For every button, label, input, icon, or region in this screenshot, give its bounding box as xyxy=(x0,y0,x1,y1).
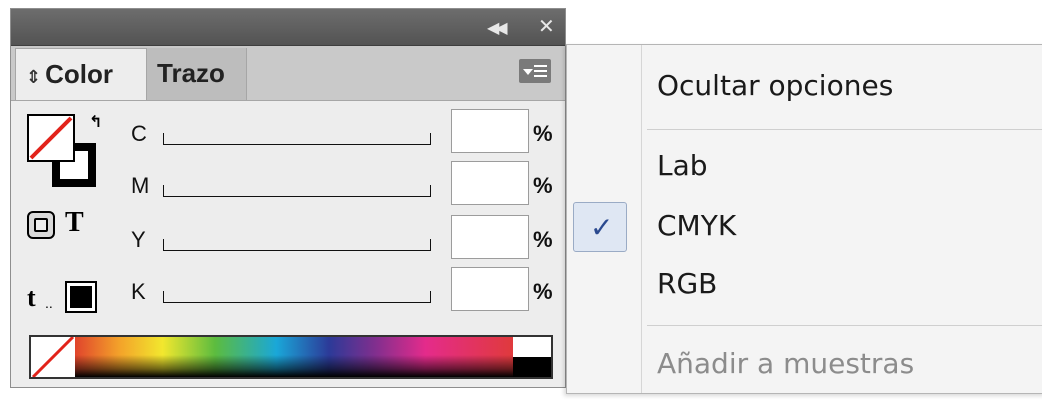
checkmark-highlight: ✓ xyxy=(573,202,627,252)
slider-label: K xyxy=(131,279,146,304)
slider-track[interactable] xyxy=(163,239,431,251)
apply-color-icon[interactable]: t xyxy=(27,285,36,311)
menu-item-rgb[interactable]: RGB xyxy=(657,267,717,300)
menu-separator xyxy=(647,129,1042,130)
slider-row-m: M % xyxy=(127,159,567,209)
panel-titlebar[interactable]: ◀◀ ✕ xyxy=(11,9,565,46)
panel-options-menu: Ocultar opciones Lab ✓ CMYK RGB Añadir a… xyxy=(566,44,1042,394)
menu-item-ocultar-opciones[interactable]: Ocultar opciones xyxy=(657,69,893,102)
formatting-affects-container-icon[interactable] xyxy=(27,211,55,239)
percent-label: % xyxy=(533,227,553,252)
cyan-field[interactable] xyxy=(451,109,529,153)
tab-color[interactable]: ⇕ Color xyxy=(15,48,147,100)
apply-dots-icon: .. xyxy=(45,295,53,311)
menu-item-lab[interactable]: Lab xyxy=(657,149,708,182)
fill-swatch[interactable] xyxy=(27,114,75,162)
slider-label: C xyxy=(131,121,147,146)
dropdown-triangle-icon xyxy=(523,69,533,75)
apply-color-row: t .. xyxy=(27,281,117,321)
slider-label: M xyxy=(131,173,150,198)
none-slash-icon xyxy=(31,337,75,377)
percent-label: % xyxy=(533,173,553,198)
percent-label: % xyxy=(533,279,553,304)
up-down-arrows-icon: ⇕ xyxy=(26,67,42,87)
none-slash-icon xyxy=(29,116,73,160)
menu-gutter xyxy=(641,45,642,393)
apply-color-swatch[interactable] xyxy=(65,281,97,313)
panel-menu-icon xyxy=(534,65,547,78)
slider-row-y: Y % xyxy=(127,213,567,263)
black-swatch[interactable] xyxy=(513,357,551,377)
slider-label: Y xyxy=(131,227,146,252)
yellow-field[interactable] xyxy=(451,215,529,259)
swap-fill-stroke-icon[interactable]: ↰ xyxy=(89,112,102,131)
white-swatch[interactable] xyxy=(513,337,551,357)
slider-row-k: K % xyxy=(127,265,567,315)
fill-stroke-swatches: ↰ xyxy=(25,112,105,192)
none-swatch[interactable] xyxy=(31,337,76,377)
format-toggle-row: T xyxy=(25,207,115,243)
tab-trazo-label: Trazo xyxy=(157,58,225,88)
tab-color-label: Color xyxy=(45,59,113,89)
menu-item-anadir-a-muestras[interactable]: Añadir a muestras xyxy=(657,347,914,380)
color-spectrum[interactable] xyxy=(29,335,553,379)
color-panel: ◀◀ ✕ ⇕ Color Trazo ↰ T t .. C % M % Y % … xyxy=(10,8,566,388)
menu-separator xyxy=(647,325,1042,326)
magenta-field[interactable] xyxy=(451,161,529,205)
black-white-swatches xyxy=(513,337,551,377)
close-icon[interactable]: ✕ xyxy=(538,15,555,37)
slider-track[interactable] xyxy=(163,291,431,303)
tab-trazo[interactable]: Trazo xyxy=(147,48,247,100)
slider-track[interactable] xyxy=(163,133,431,145)
panel-menu-button[interactable] xyxy=(519,59,551,83)
slider-track[interactable] xyxy=(163,185,431,197)
black-field[interactable] xyxy=(451,267,529,311)
panel-tabstrip: ⇕ Color Trazo xyxy=(11,46,565,101)
double-chevron-left-icon[interactable]: ◀◀ xyxy=(487,17,508,39)
percent-label: % xyxy=(533,121,553,146)
menu-item-cmyk[interactable]: CMYK xyxy=(657,209,736,242)
spectrum-ramp[interactable] xyxy=(75,337,513,377)
checkmark-icon: ✓ xyxy=(590,211,614,244)
formatting-affects-text-icon[interactable]: T xyxy=(65,207,84,239)
slider-row-c: C % xyxy=(127,107,567,157)
